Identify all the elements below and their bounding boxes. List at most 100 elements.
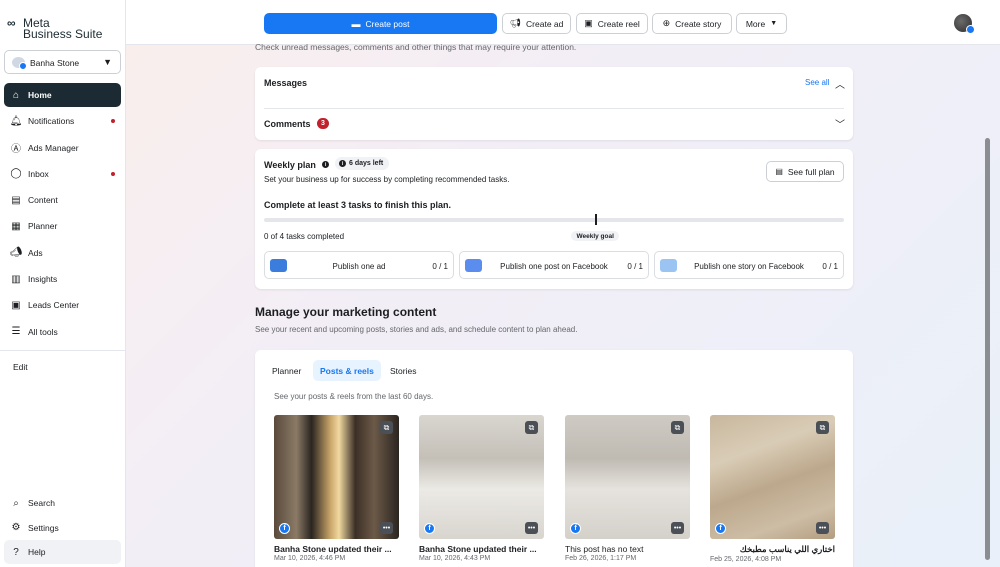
caret-down-icon: ▼ xyxy=(770,20,778,27)
post-title: Banha Stone updated their ... xyxy=(274,544,392,554)
post-card[interactable]: ⧉ f ••• Banha Stone updated their ... Ma… xyxy=(419,415,544,562)
task-label: Publish one story on Facebook xyxy=(694,262,804,271)
create-story-button[interactable]: ⊕ Create story xyxy=(652,13,732,34)
post-thumbnail[interactable]: ⧉ f ••• xyxy=(710,415,835,539)
task-publish-story[interactable]: Publish one story on Facebook 0 / 1 xyxy=(654,251,844,279)
sidebar-nav: ⌂ Home 🔔︎ Notifications Ⓐ Ads Manager ◯ Inbox ▤ C… xyxy=(4,83,121,346)
more-button[interactable]: More ▼ xyxy=(736,13,787,34)
info-icon: i xyxy=(339,160,346,167)
comments-title: Comments xyxy=(264,119,311,129)
see-full-plan-label: See full plan xyxy=(787,166,835,177)
comments-count-badge: 3 xyxy=(317,118,329,129)
sidebar-item-leads-center[interactable]: ▣ Leads Center xyxy=(4,293,121,317)
sidebar-item-label: Leads Center xyxy=(28,300,80,311)
sidebar-item-insights[interactable]: ▥ Insights xyxy=(4,267,121,291)
create-ad-button[interactable]: 📢︎ Create ad xyxy=(502,13,571,34)
see-full-plan-button[interactable]: ▤ See full plan xyxy=(766,161,844,182)
multi-image-icon: ⧉ xyxy=(525,421,538,434)
chevron-down-icon[interactable]: ﹀ xyxy=(835,116,845,131)
post-date: Feb 25, 2026, 4:08 PM xyxy=(710,556,782,563)
create-post-button[interactable]: ▬ Create post xyxy=(264,13,497,34)
more-options-icon[interactable]: ••• xyxy=(671,522,684,534)
plan-icon: ▤ xyxy=(775,167,783,176)
post-title: اختاري اللي يناسب مطبخك xyxy=(739,544,835,554)
sidebar-item-ads[interactable]: 📣︎ Ads xyxy=(4,241,121,265)
chevron-up-icon[interactable]: ︿ xyxy=(835,76,845,91)
create-reel-button[interactable]: ▣ Create reel xyxy=(576,13,648,34)
sidebar-item-settings[interactable]: ⚙ Settings xyxy=(4,516,121,540)
post-date: Mar 10, 2026, 4:46 PM xyxy=(274,555,346,562)
facebook-icon: f xyxy=(279,523,290,534)
sidebar-item-ads-manager[interactable]: Ⓐ Ads Manager xyxy=(4,136,121,160)
sidebar-item-label: Ads Manager xyxy=(28,142,79,153)
tab-planner[interactable]: Planner xyxy=(265,360,308,381)
multi-image-icon: ⧉ xyxy=(380,421,393,434)
sidebar-item-label: Search xyxy=(28,498,55,508)
facebook-icon: f xyxy=(424,523,435,534)
weekly-plan-title: Weekly plan xyxy=(264,160,316,170)
sidebar: ∞ Meta Business Suite Banha Stone ▼ ⌂ Hom… xyxy=(0,0,126,567)
card-divider xyxy=(264,108,844,109)
bell-icon: 🔔︎ xyxy=(9,115,23,127)
profile-avatar[interactable] xyxy=(954,14,975,34)
task-publish-post[interactable]: Publish one post on Facebook 0 / 1 xyxy=(459,251,649,279)
gear-icon: ⚙ xyxy=(11,522,21,533)
edit-nav-button[interactable]: Edit xyxy=(13,362,28,372)
caret-down-icon: ▼ xyxy=(103,57,112,67)
post-thumbnail[interactable]: ⧉ f ••• xyxy=(565,415,690,539)
notification-dot xyxy=(111,119,115,124)
sidebar-item-content[interactable]: ▤ Content xyxy=(4,188,121,212)
top-bar: ▬ Create post 📢︎ Create ad ▣ Create reel… xyxy=(126,0,1000,45)
create-story-label: Create story xyxy=(675,18,722,29)
task-count: 0 / 1 xyxy=(627,262,643,271)
create-ad-label: Create ad xyxy=(526,18,564,29)
sidebar-item-all-tools[interactable]: ☰ All tools xyxy=(4,320,121,344)
more-options-icon[interactable]: ••• xyxy=(380,522,393,534)
account-name: Banha Stone xyxy=(30,58,80,68)
post-card[interactable]: ⧉ f ••• This post has no text Feb 26, 20… xyxy=(565,415,690,562)
sidebar-item-label: Ads xyxy=(28,247,43,258)
account-avatar xyxy=(12,57,27,70)
more-options-icon[interactable]: ••• xyxy=(816,522,829,534)
task-publish-ad[interactable]: Publish one ad 0 / 1 xyxy=(264,251,454,279)
weekly-goal-text: Complete at least 3 tasks to finish this… xyxy=(264,200,452,210)
sidebar-item-inbox[interactable]: ◯ Inbox xyxy=(4,162,121,186)
logo-text-business-suite: Business Suite xyxy=(23,27,103,41)
tasks-progress-bar xyxy=(264,218,844,222)
sidebar-item-home[interactable]: ⌂ Home xyxy=(4,83,121,107)
post-thumbnail[interactable]: ⧉ f ••• xyxy=(274,415,399,539)
sidebar-item-label: Insights xyxy=(28,274,58,285)
tab-stories[interactable]: Stories xyxy=(383,360,423,381)
sidebar-item-label: All tools xyxy=(28,326,58,337)
post-thumbnail[interactable]: ⧉ f ••• xyxy=(419,415,544,539)
page-scrollbar[interactable] xyxy=(985,138,990,560)
inbox-icon: ◯ xyxy=(10,168,22,180)
create-reel-label: Create reel xyxy=(597,18,640,29)
sidebar-item-planner[interactable]: ▦ Planner xyxy=(4,214,121,238)
more-options-icon[interactable]: ••• xyxy=(525,522,538,534)
megaphone-icon: 📢︎ xyxy=(509,18,522,28)
account-switcher[interactable]: Banha Stone ▼ xyxy=(4,50,121,74)
content-icon: ▤ xyxy=(11,194,21,206)
post-image xyxy=(274,415,399,539)
weekly-plan-card: Weekly plan i i 6 days left Set your bus… xyxy=(255,149,853,289)
meta-logo-icon: ∞ xyxy=(7,16,16,30)
days-left-badge: i 6 days left xyxy=(335,157,390,170)
sidebar-item-search[interactable]: ⌕ Search xyxy=(4,491,121,515)
sidebar-item-label: Home xyxy=(28,90,52,100)
post-card[interactable]: ⧉ f ••• اختاري اللي يناسب مطبخك Feb 25, … xyxy=(710,415,835,563)
sidebar-item-notifications[interactable]: 🔔︎ Notifications xyxy=(4,109,121,133)
marketing-section-title: Manage your marketing content xyxy=(255,305,437,319)
sidebar-item-label: Notifications xyxy=(28,116,75,127)
facebook-icon: f xyxy=(715,523,726,534)
see-all-link[interactable]: See all xyxy=(805,78,829,87)
more-label: More xyxy=(745,18,766,29)
post-card[interactable]: ⧉ f ••• Banha Stone updated their ... Ma… xyxy=(274,415,399,562)
reel-icon: ▣ xyxy=(584,18,593,28)
insights-icon: ▥ xyxy=(11,273,21,285)
sidebar-item-help[interactable]: ? Help xyxy=(4,540,121,564)
tab-posts-reels[interactable]: Posts & reels xyxy=(313,360,381,381)
info-icon[interactable]: i xyxy=(322,161,329,168)
story-icon: ⊕ xyxy=(662,18,671,28)
meta-business-suite-logo[interactable]: ∞ Meta Business Suite xyxy=(7,14,117,41)
